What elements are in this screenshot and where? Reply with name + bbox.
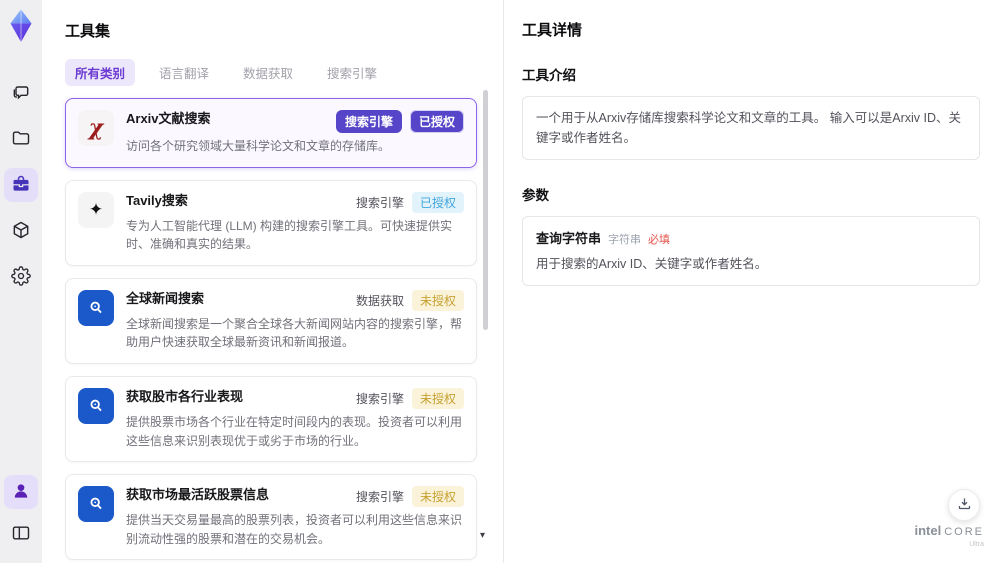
category-badge: 搜索引擎 (355, 195, 404, 210)
category-badge: 搜索引擎 (335, 110, 402, 133)
folder-icon (11, 128, 31, 151)
param-header: 查询字符串 字符串 必填 (536, 228, 966, 247)
param-name: 查询字符串 (536, 231, 602, 246)
bluesearch-icon (78, 387, 114, 424)
scroll-down-icon[interactable]: ▾ (480, 530, 485, 541)
sidebar-item-panel-toggle[interactable] (4, 517, 38, 551)
auth-status-badge: 未授权 (411, 387, 464, 409)
app-root: 工具集 所有类别 语言翻译 数据获取 搜索引擎 χ Arxiv文献搜索 搜索引擎 已授… (0, 0, 1000, 563)
chat-icon (11, 82, 31, 105)
tool-card[interactable]: 获取股市各行业表现 搜索引擎 未授权 提供股票市场各个行业在特定时间段内的表现。… (65, 375, 477, 463)
page-title: 工具集 (65, 23, 111, 40)
param-type: 字符串 (608, 234, 642, 246)
cube-icon (11, 220, 31, 243)
auth-status-badge: 未授权 (411, 289, 464, 311)
param-box: 查询字符串 字符串 必填 用于搜索的Arxiv ID、关键字或作者姓名。 (522, 216, 980, 286)
tool-card[interactable]: 全球新闻搜索 数据获取 未授权 全球新闻搜索是一个聚合全球各大新闻网站内容的搜索… (65, 277, 477, 364)
tool-name: 全球新闻搜索 (126, 290, 205, 306)
panel-icon (11, 523, 31, 546)
category-badge: 搜索引擎 (355, 391, 404, 406)
sidebar-item-tools[interactable] (4, 168, 38, 202)
app-logo (7, 8, 35, 44)
tool-name: 获取股市各行业表现 (126, 388, 244, 404)
category-tab[interactable]: 搜索引擎 (317, 59, 387, 86)
param-description: 用于搜索的Arxiv ID、关键字或作者姓名。 (536, 257, 768, 271)
tool-name: 获取市场最活跃股票信息 (126, 487, 270, 503)
tool-card[interactable]: 获取市场最活跃股票信息 搜索引擎 未授权 提供当天交易量最高的股票列表，投资者可… (65, 474, 477, 561)
toolbox-icon (11, 174, 31, 197)
sidebar-nav (4, 76, 38, 294)
intel-core-sub: Ultra (969, 541, 984, 549)
tool-description: 全球新闻搜索是一个聚合全球各大新闻网站内容的搜索引擎，帮助用户快速获取全球最新资… (126, 316, 463, 350)
category-tab[interactable]: 所有类别 (65, 59, 136, 86)
param-required-badge: 必填 (648, 234, 671, 246)
download-button[interactable] (948, 489, 980, 521)
intro-text: 一个用于从Arxiv存储库搜索科学论文和文章的工具。 输入可以是Arxiv ID… (536, 111, 962, 145)
sidebar-item-folder[interactable] (4, 122, 38, 156)
category-badge: 数据获取 (355, 293, 404, 308)
user-icon (11, 481, 31, 504)
tool-description: 提供股票市场各个行业在特定时间段内的表现。投资者可以利用这些信息来识别表现优于或… (126, 414, 463, 448)
scrollbar-thumb[interactable] (483, 90, 488, 330)
sidebar (0, 0, 42, 563)
tool-card[interactable]: χ Arxiv文献搜索 搜索引擎 已授权 访问各个研究领域大量科学论文和文章的存… (65, 98, 477, 168)
tool-card[interactable]: ✦ Tavily搜索 搜索引擎 已授权 专为人工智能代理 (LLM) 构建的搜索… (65, 179, 477, 266)
tavily-icon: ✦ (78, 191, 114, 228)
intro-box: 一个用于从Arxiv存储库搜索科学论文和文章的工具。 输入可以是Arxiv ID… (522, 96, 980, 160)
details-title: 工具详情 (522, 22, 583, 39)
tool-list: χ Arxiv文献搜索 搜索引擎 已授权 访问各个研究领域大量科学论文和文章的存… (65, 98, 477, 563)
intel-core-logo: intel CORE Ultra (914, 522, 984, 549)
sidebar-item-models[interactable] (4, 214, 38, 248)
toolset-panel: 工具集 所有类别 语言翻译 数据获取 搜索引擎 χ Arxiv文献搜索 搜索引擎 已授… (42, 0, 503, 563)
sidebar-item-chat[interactable] (4, 76, 38, 110)
category-tab[interactable]: 数据获取 (233, 59, 303, 86)
tool-description: 提供当天交易量最高的股票列表，投资者可以利用这些信息来识别流动性强的股票和潜在的… (126, 513, 463, 546)
sidebar-item-user[interactable] (4, 475, 38, 509)
sidebar-bottom (4, 475, 38, 551)
tool-details-panel: 工具详情 工具介绍 一个用于从Arxiv存储库搜索科学论文和文章的工具。 输入可… (503, 0, 1000, 563)
intro-heading: 工具介绍 (522, 68, 576, 83)
category-badge: 搜索引擎 (355, 490, 404, 505)
download-icon (957, 496, 972, 514)
bluesearch-icon (78, 289, 114, 326)
core-wordmark: CORE (944, 525, 984, 538)
auth-status-badge: 已授权 (409, 110, 464, 133)
tool-name: Tavily搜索 (126, 192, 188, 208)
tool-description: 访问各个研究领域大量科学论文和文章的存储库。 (126, 139, 391, 153)
tool-description: 专为人工智能代理 (LLM) 构建的搜索引擎工具。可快速提供实时、准确和真实的结… (126, 218, 453, 252)
auth-status-badge: 未授权 (411, 486, 464, 508)
auth-status-badge: 已授权 (411, 191, 464, 213)
arxiv-icon: χ (78, 110, 114, 146)
category-tabs: 所有类别 语言翻译 数据获取 搜索引擎 (65, 59, 477, 86)
gear-icon (11, 265, 31, 289)
bluesearch-icon (78, 486, 114, 523)
params-heading: 参数 (522, 188, 549, 203)
tool-name: Arxiv文献搜索 (126, 111, 211, 126)
intel-wordmark: intel (914, 522, 942, 538)
sidebar-item-settings[interactable] (4, 260, 38, 294)
category-tab[interactable]: 语言翻译 (149, 59, 219, 86)
